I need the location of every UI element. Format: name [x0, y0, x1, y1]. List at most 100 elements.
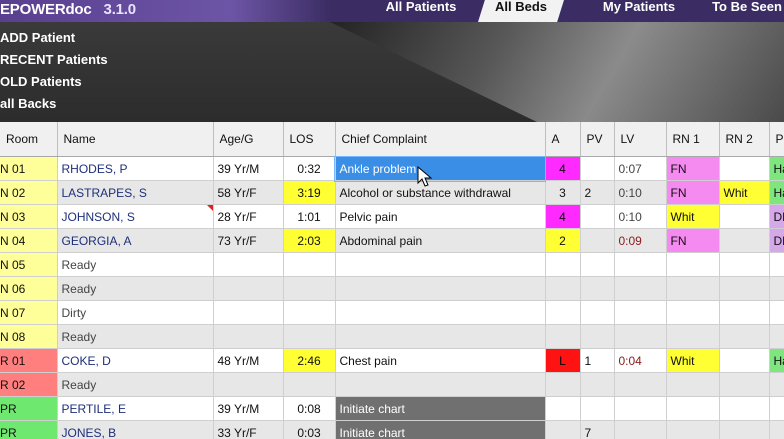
cell-acuity[interactable] [545, 372, 581, 397]
cell-p[interactable]: DD [769, 228, 784, 253]
cell-pv[interactable]: 1 [580, 348, 615, 373]
table-row[interactable]: N 04 GEORGIA, A 73 Yr/F 2:03 Abdominal p… [0, 228, 784, 253]
cell-pv[interactable] [580, 324, 615, 349]
cell-lv[interactable]: 0:10 [614, 180, 667, 205]
cell-acuity[interactable] [545, 252, 581, 277]
cell-lv[interactable] [614, 396, 667, 421]
cell-los[interactable]: 2:46 [283, 348, 336, 373]
table-row[interactable]: PR PERTILE, E 39 Yr/M 0:08 Initiate char… [0, 396, 784, 421]
cell-los[interactable] [283, 372, 336, 397]
cell-age[interactable] [213, 252, 284, 277]
cell-age[interactable]: 33 Yr/F [213, 420, 284, 439]
cell-rn2[interactable] [719, 276, 770, 301]
cell-pv[interactable] [580, 276, 615, 301]
cell-rn1[interactable]: FN [666, 156, 720, 181]
cell-lv[interactable]: 0:10 [614, 204, 667, 229]
cell-los[interactable]: 0:32 [283, 156, 336, 181]
cell-rn2[interactable] [719, 396, 770, 421]
cell-name[interactable]: JOHNSON, S [57, 204, 214, 229]
col-rn2[interactable]: RN 2 [719, 122, 770, 157]
cell-name[interactable]: JONES, B [57, 420, 214, 439]
cell-chief-complaint[interactable]: Chest pain [335, 348, 546, 373]
cell-chief-complaint[interactable] [335, 372, 546, 397]
cell-rn2[interactable] [719, 252, 770, 277]
cell-rn1[interactable]: FN [666, 180, 720, 205]
cell-p[interactable]: DD [769, 204, 784, 229]
cell-p[interactable] [769, 300, 784, 325]
cell-rn2[interactable] [719, 204, 770, 229]
table-row[interactable]: R 02 Ready [0, 372, 784, 397]
cell-room[interactable]: N 08 [0, 324, 58, 349]
cell-room[interactable]: N 04 [0, 228, 58, 253]
cell-los[interactable] [283, 324, 336, 349]
table-row[interactable]: PR JONES, B 33 Yr/F 0:03 Initiate chart … [0, 420, 784, 439]
menu-add-patient[interactable]: ADD Patient [0, 28, 200, 48]
cell-chief-complaint[interactable] [335, 300, 546, 325]
cell-chief-complaint[interactable]: Initiate chart [335, 420, 546, 439]
cell-room[interactable]: PR [0, 396, 58, 421]
cell-acuity[interactable] [545, 276, 581, 301]
cell-pv[interactable]: 2 [580, 180, 615, 205]
cell-acuity[interactable]: 3 [545, 180, 581, 205]
col-rn1[interactable]: RN 1 [666, 122, 720, 157]
cell-chief-complaint[interactable] [335, 324, 546, 349]
cell-name[interactable]: GEORGIA, A [57, 228, 214, 253]
cell-p[interactable] [769, 252, 784, 277]
cell-status[interactable]: Dirty [57, 300, 214, 325]
cell-acuity[interactable] [545, 300, 581, 325]
cell-rn1[interactable] [666, 420, 720, 439]
cell-lv[interactable] [614, 252, 667, 277]
cell-lv[interactable]: 0:09 [614, 228, 667, 253]
cell-lv[interactable] [614, 372, 667, 397]
table-row[interactable]: N 06 Ready [0, 276, 784, 301]
cell-acuity[interactable]: 2 [545, 228, 581, 253]
col-p[interactable]: P [769, 122, 784, 157]
cell-pv[interactable] [580, 252, 615, 277]
cell-name[interactable]: PERTILE, E [57, 396, 214, 421]
cell-room[interactable]: N 05 [0, 252, 58, 277]
menu-old-patients[interactable]: OLD Patients [0, 72, 200, 92]
cell-name[interactable]: COKE, D [57, 348, 214, 373]
cell-lv[interactable] [614, 300, 667, 325]
cell-status[interactable]: Ready [57, 324, 214, 349]
cell-rn2[interactable]: Whit [719, 180, 770, 205]
col-age[interactable]: Age/G [213, 122, 284, 157]
cell-pv[interactable] [580, 300, 615, 325]
cell-rn1[interactable] [666, 372, 720, 397]
cell-rn2[interactable] [719, 372, 770, 397]
cell-p[interactable]: Ha [769, 348, 784, 373]
cell-age[interactable] [213, 276, 284, 301]
cell-room[interactable]: R 02 [0, 372, 58, 397]
cell-age[interactable]: 28 Yr/F [213, 204, 284, 229]
cell-p[interactable] [769, 324, 784, 349]
cell-los[interactable] [283, 300, 336, 325]
cell-rn1[interactable] [666, 252, 720, 277]
cell-rn1[interactable] [666, 276, 720, 301]
tab-all-beds[interactable]: All Beds [478, 0, 564, 22]
cell-room[interactable]: PR [0, 420, 58, 439]
table-row[interactable]: N 07 Dirty [0, 300, 784, 325]
cell-pv[interactable] [580, 372, 615, 397]
cell-chief-complaint[interactable]: Ankle problem [334, 155, 546, 182]
cell-los[interactable] [283, 276, 336, 301]
cell-rn1[interactable] [666, 396, 720, 421]
tab-all-patients[interactable]: All Patients [372, 0, 470, 22]
col-los[interactable]: LOS [283, 122, 336, 157]
table-row[interactable]: N 08 Ready [0, 324, 784, 349]
cell-rn2[interactable] [719, 420, 770, 439]
col-pv[interactable]: PV [580, 122, 615, 157]
cell-pv[interactable] [580, 156, 615, 181]
cell-pv[interactable] [580, 204, 615, 229]
menu-recent-patients[interactable]: RECENT Patients [0, 50, 200, 70]
table-row[interactable]: R 01 COKE, D 48 Yr/M 2:46 Chest pain L 1… [0, 348, 784, 373]
cell-los[interactable]: 3:19 [283, 180, 336, 205]
cell-room[interactable]: N 07 [0, 300, 58, 325]
cell-acuity[interactable]: 4 [545, 204, 581, 229]
table-row[interactable]: N 03 JOHNSON, S 28 Yr/F 1:01 Pelvic pain… [0, 204, 784, 229]
cell-rn2[interactable] [719, 156, 770, 181]
cell-age[interactable] [213, 324, 284, 349]
table-row[interactable]: N 05 Ready [0, 252, 784, 277]
cell-room[interactable]: N 02 [0, 180, 58, 205]
cell-lv[interactable]: 0:04 [614, 348, 667, 373]
cell-acuity[interactable]: 4 [545, 156, 581, 181]
